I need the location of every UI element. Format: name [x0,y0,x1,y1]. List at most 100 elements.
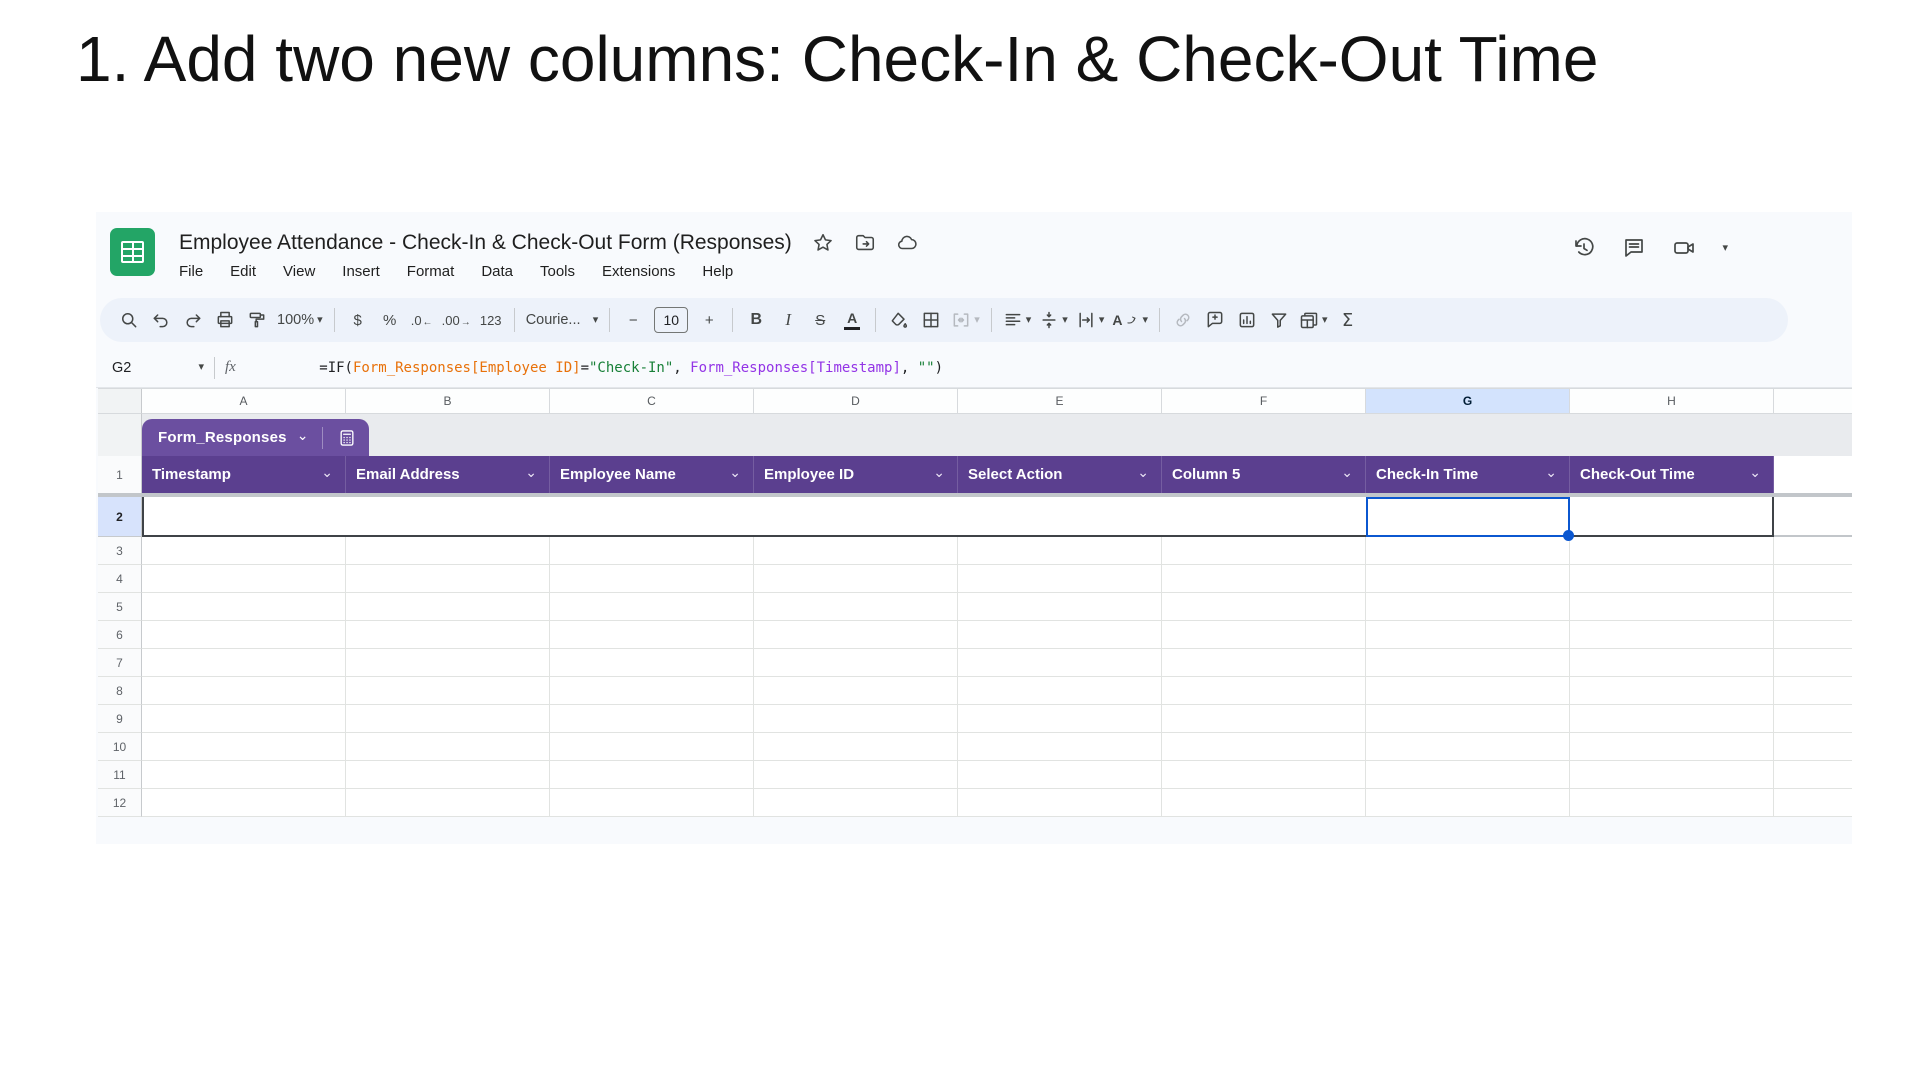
document-title[interactable]: Employee Attendance - Check-In & Check-O… [179,231,792,255]
name-box[interactable]: G2 ▾ [104,360,212,376]
row-header-3[interactable]: 3 [98,537,142,565]
menu-tools[interactable]: Tools [540,263,575,280]
column-header-f[interactable]: F [1162,389,1366,414]
menu-file[interactable]: File [179,263,203,280]
meet-dropdown-arrow-icon[interactable]: ▾ [1722,243,1728,254]
font-select[interactable]: Courie... ▾ [523,304,602,336]
row-cells[interactable] [142,621,1852,649]
meet-camera-icon[interactable] [1672,236,1696,260]
table-header-employee-name[interactable]: Employee Name⌄ [550,456,754,493]
row-header-8[interactable]: 8 [98,677,142,705]
selected-cell-g2[interactable] [1366,497,1570,537]
column-header-a[interactable]: A [142,389,346,414]
strikethrough-button[interactable]: S [805,304,835,336]
row-cells[interactable] [142,789,1852,817]
column-header-g-selected[interactable]: G [1366,389,1570,414]
insert-comment-button[interactable] [1200,304,1230,336]
column-header-c[interactable]: C [550,389,754,414]
chevron-down-icon[interactable]: ⌄ [525,464,537,481]
table-header-select-action[interactable]: Select Action⌄ [958,456,1162,493]
cell-h2[interactable] [1570,497,1774,537]
format-currency-button[interactable]: $ [343,304,373,336]
undo-button[interactable] [146,304,176,336]
bold-button[interactable]: B [741,304,771,336]
chevron-down-icon[interactable]: ⌄ [729,464,741,481]
table-calculator-icon[interactable] [337,428,357,448]
insert-link-button[interactable] [1168,304,1198,336]
row-header-11[interactable]: 11 [98,761,142,789]
row-header-4[interactable]: 4 [98,565,142,593]
menu-data[interactable]: Data [481,263,513,280]
row-header-5[interactable]: 5 [98,593,142,621]
functions-button[interactable]: Σ [1333,304,1363,336]
row-cells[interactable] [142,733,1852,761]
column-header-partial[interactable] [1774,389,1852,414]
table-header-column-5[interactable]: Column 5⌄ [1162,456,1366,493]
vertical-align-button[interactable]: ▾ [1036,304,1071,336]
fill-handle[interactable] [1563,530,1574,541]
row-cells[interactable] [142,593,1852,621]
sheets-logo-icon[interactable] [110,228,155,276]
cell-partial-2[interactable] [1774,497,1852,537]
move-folder-icon[interactable] [854,232,876,254]
table-name-tab[interactable]: Form_Responses ⌄ [142,419,369,456]
format-percent-button[interactable]: % [375,304,405,336]
create-filter-button[interactable] [1264,304,1294,336]
column-header-d[interactable]: D [754,389,958,414]
table-header-timestamp[interactable]: Timestamp⌄ [142,456,346,493]
cloud-status-icon[interactable] [896,232,918,254]
select-all-corner[interactable] [98,389,142,414]
redo-button[interactable] [178,304,208,336]
chevron-down-icon[interactable]: ⌄ [1341,464,1353,481]
zoom-select[interactable]: 100% ▾ [274,304,326,336]
fill-color-button[interactable] [884,304,914,336]
more-formats-button[interactable]: 123 [476,304,506,336]
borders-button[interactable] [916,304,946,336]
row-cells[interactable] [142,705,1852,733]
row-header-7[interactable]: 7 [98,649,142,677]
table-header-check-in-time[interactable]: Check-In Time⌄ [1366,456,1570,493]
row-header-9[interactable]: 9 [98,705,142,733]
merge-cells-button[interactable]: ▾ [948,304,983,336]
menu-edit[interactable]: Edit [230,263,256,280]
column-header-h[interactable]: H [1570,389,1774,414]
row-header-10[interactable]: 10 [98,733,142,761]
text-rotation-button[interactable]: A ▾ [1109,304,1151,336]
chevron-down-icon[interactable]: ⌄ [1749,464,1761,481]
chevron-down-icon[interactable]: ⌄ [933,464,945,481]
search-menus-button[interactable] [114,304,144,336]
row-header-12[interactable]: 12 [98,789,142,817]
decrease-font-size-button[interactable]: − [618,304,648,336]
star-icon[interactable] [812,232,834,254]
insert-chart-button[interactable] [1232,304,1262,336]
decrease-decimal-button[interactable]: .0← [407,304,437,336]
increase-decimal-button[interactable]: .00→ [439,304,474,336]
table-header-email-address[interactable]: Email Address⌄ [346,456,550,493]
menu-format[interactable]: Format [407,263,455,280]
row-cells[interactable] [142,649,1852,677]
menu-insert[interactable]: Insert [342,263,380,280]
increase-font-size-button[interactable]: + [694,304,724,336]
text-color-button[interactable]: A [837,304,867,336]
chevron-down-icon[interactable]: ⌄ [321,464,333,481]
chevron-down-icon[interactable]: ⌄ [1137,464,1149,481]
text-wrap-button[interactable]: ▾ [1073,304,1108,336]
horizontal-align-button[interactable]: ▾ [1000,304,1035,336]
table-menu-chevron-icon[interactable]: ⌄ [297,427,309,444]
italic-button[interactable]: I [773,304,803,336]
menu-extensions[interactable]: Extensions [602,263,675,280]
row-cells[interactable] [142,565,1852,593]
chevron-down-icon[interactable]: ⌄ [1545,464,1557,481]
print-button[interactable] [210,304,240,336]
row-header-6[interactable]: 6 [98,621,142,649]
table-header-check-out-time[interactable]: Check-Out Time⌄ [1570,456,1774,493]
menu-help[interactable]: Help [702,263,733,280]
table-tools-button[interactable]: ▾ [1296,304,1331,336]
table-header-employee-id[interactable]: Employee ID⌄ [754,456,958,493]
column-header-b[interactable]: B [346,389,550,414]
font-size-input[interactable]: 10 [654,307,688,333]
comment-history-icon[interactable] [1622,236,1646,260]
row-cells[interactable] [142,677,1852,705]
version-history-icon[interactable] [1572,236,1596,260]
cells-a2-f2[interactable] [142,497,1366,537]
